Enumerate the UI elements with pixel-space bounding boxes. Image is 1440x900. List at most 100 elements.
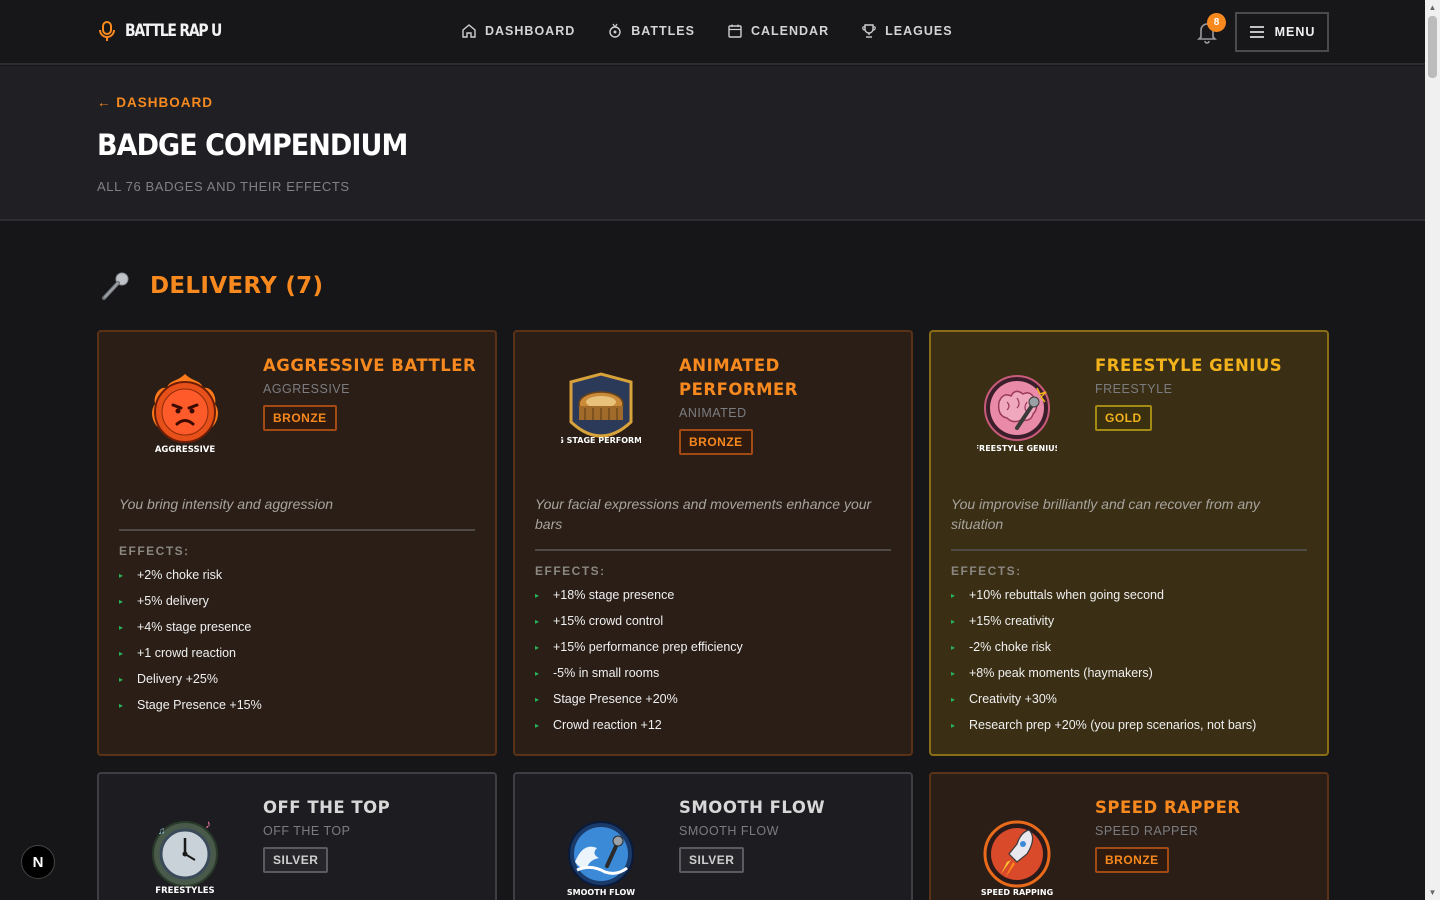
badge-slug: SMOOTH FLOW (679, 824, 779, 838)
effect-item: ▸ +8% peak moments (haymakers) (951, 666, 1153, 680)
nav-dashboard[interactable]: DASHBOARD (461, 23, 575, 39)
nav-battles-label: BATTLES (631, 24, 695, 38)
effect-item: ▸ +18% stage presence (535, 588, 675, 602)
tier-badge: SILVER (679, 847, 745, 873)
page-subtitle: ALL 76 BADGES AND THEIR EFFECTS (97, 179, 350, 194)
home-icon (462, 24, 476, 38)
effect-item: ▸ -5% in small rooms (535, 666, 660, 680)
effect-item: ▸ +10% rebuttals when going second (951, 588, 1164, 602)
badge-image-caption: FREESTYLE GENIUS (977, 444, 1057, 453)
badge-name: SMOOTH FLOW (679, 798, 826, 817)
bullet-arrow-icon: ▸ (951, 694, 956, 704)
effect-item: ▸ +1 crowd reaction (119, 646, 237, 660)
hamburger-icon (1249, 26, 1264, 38)
section-heading: DELIVERY (7) (100, 270, 323, 302)
badge-slug: ANIMATED (679, 406, 747, 420)
effects-label: EFFECTS: (951, 564, 1022, 578)
bullet-arrow-icon: ▸ (119, 622, 124, 632)
bullet-arrow-icon: ▸ (951, 616, 956, 626)
bullet-arrow-icon: ▸ (535, 616, 540, 626)
badge-description: You bring intensity and aggression (119, 496, 334, 512)
badge-image-caption: SMOOTH FLOW (567, 888, 635, 897)
tier-badge: BRONZE (263, 405, 337, 431)
tier-badge: BRONZE (1095, 847, 1169, 873)
angry-face-badge-icon: AGGRESSIVE (152, 374, 218, 455)
menu-button[interactable]: MENU (1235, 12, 1329, 52)
nav-calendar-label: CALENDAR (750, 24, 830, 38)
effect-item: ▸ +15% creativity (951, 614, 1055, 628)
scrollbar-thumb[interactable] (1428, 16, 1437, 78)
logo[interactable]: BATTLE RAP U (97, 20, 242, 42)
top-nav: BATTLE RAP U DASHBOARD BATTLES CALENDAR … (0, 0, 1425, 65)
effect-item: ▸ +15% performance prep efficiency (535, 640, 743, 654)
badge-name: AGGRESSIVE BATTLER (263, 356, 477, 375)
effect-item: ▸ Stage Presence +15% (119, 698, 262, 712)
divider (951, 549, 1307, 551)
bullet-arrow-icon: ▸ (119, 700, 124, 710)
scroll-up-arrow-icon[interactable]: ▲ (1428, 3, 1437, 12)
effect-item: ▸ +2% choke risk (119, 568, 223, 582)
nav-links: DASHBOARD BATTLES CALENDAR LEAGUES (461, 23, 953, 39)
bullet-arrow-icon: ▸ (535, 590, 540, 600)
divider (535, 549, 891, 551)
effects-label: EFFECTS: (535, 564, 606, 578)
bullet-arrow-icon: ▸ (535, 720, 540, 730)
badge-card[interactable]: SPEED RAPPING SPEED RAPPER SPEED RAPPER … (929, 772, 1329, 900)
effect-item: ▸ Delivery +25% (119, 672, 218, 686)
dev-tools-button[interactable]: N (21, 845, 55, 879)
badge-name: OFF THE TOP (263, 798, 391, 817)
back-to-dashboard-link[interactable]: ← DASHBOARD (97, 95, 213, 110)
badge-description: You improvise brilliantly and can recove… (951, 496, 1260, 532)
effects-label: EFFECTS: (119, 544, 190, 558)
bullet-arrow-icon: ▸ (535, 694, 540, 704)
bullet-arrow-icon: ▸ (119, 596, 124, 606)
badge-card[interactable]: BIG STAGE PERFORMER ANIMATED PERFORMER A… (513, 330, 913, 756)
page-title: BADGE COMPENDIUM (97, 128, 408, 162)
effects-list: ▸ +2% choke risk ▸ +5% delivery ▸ +4% stage… (119, 562, 262, 718)
badge-name: ANIMATED PERFORMER (679, 356, 798, 399)
section-title: DELIVERY (7) (150, 273, 324, 299)
effect-item: ▸ Stage Presence +20% (535, 692, 678, 706)
badge-card[interactable]: ♪ ♫ FREESTYLES OFF THE TOP OFF THE TOP S… (97, 772, 497, 900)
badge-card[interactable]: AGGRESSIVE AGGRESSIVE BATTLER AGGRESSIVE… (97, 330, 497, 756)
badge-name: FREESTYLE GENIUS (1095, 356, 1283, 375)
badge-image-caption: AGGRESSIVE (155, 445, 215, 455)
badge-name: SPEED RAPPER (1095, 798, 1241, 817)
microphone-icon (99, 21, 115, 41)
effect-item: ▸ Research prep +20% (you prep scenarios,… (951, 718, 1257, 732)
nav-calendar[interactable]: CALENDAR (727, 23, 829, 39)
badge-card[interactable]: FREESTYLE GENIUS FREESTYLE GENIUS FREEST… (929, 330, 1329, 756)
bullet-arrow-icon: ▸ (535, 642, 540, 652)
bullet-arrow-icon: ▸ (951, 720, 956, 730)
brain-microphone-badge-icon: FREESTYLE GENIUS (977, 375, 1057, 453)
nav-leagues[interactable]: LEAGUES (861, 23, 952, 39)
battles-icon (609, 23, 621, 38)
divider (119, 529, 475, 531)
badge-description: Your facial expressions and movements en… (535, 496, 872, 532)
notification-count-badge: 8 (1207, 13, 1226, 32)
effects-list: ▸ +18% stage presence ▸ +15% crowd control… (535, 582, 743, 738)
effects-list: ▸ +10% rebuttals when going second ▸ +15% … (951, 582, 1256, 738)
tier-badge: GOLD (1095, 405, 1152, 431)
bullet-arrow-icon: ▸ (119, 648, 124, 658)
badge-slug: OFF THE TOP (263, 824, 351, 838)
nav-battles[interactable]: BATTLES (607, 23, 695, 39)
logo-text: BATTLE RAP U (125, 21, 222, 41)
page-header: ← DASHBOARD BADGE COMPENDIUM ALL 76 BADG… (0, 66, 1425, 221)
badge-image-caption: FREESTYLES (155, 886, 214, 896)
scroll-down-arrow-icon[interactable]: ▼ (1428, 888, 1437, 897)
svg-text:♫: ♫ (158, 826, 166, 837)
nav-leagues-label: LEAGUES (885, 24, 953, 38)
menu-button-label: MENU (1274, 25, 1316, 39)
tier-badge: BRONZE (679, 429, 753, 455)
bullet-arrow-icon: ▸ (119, 674, 124, 684)
badge-card[interactable]: SMOOTH FLOW SMOOTH FLOW SMOOTH FLOW SILV… (513, 772, 913, 900)
effect-item: ▸ Creativity +30% (951, 692, 1057, 706)
rocket-badge-icon: SPEED RAPPING (981, 820, 1053, 897)
bullet-arrow-icon: ▸ (951, 590, 956, 600)
microphone-icon (102, 272, 129, 300)
badge-slug: AGGRESSIVE (263, 382, 350, 396)
svg-text:♪: ♪ (205, 817, 211, 831)
tier-badge: SILVER (263, 847, 329, 873)
scrollbar[interactable]: ▲ ▼ (1425, 0, 1440, 900)
